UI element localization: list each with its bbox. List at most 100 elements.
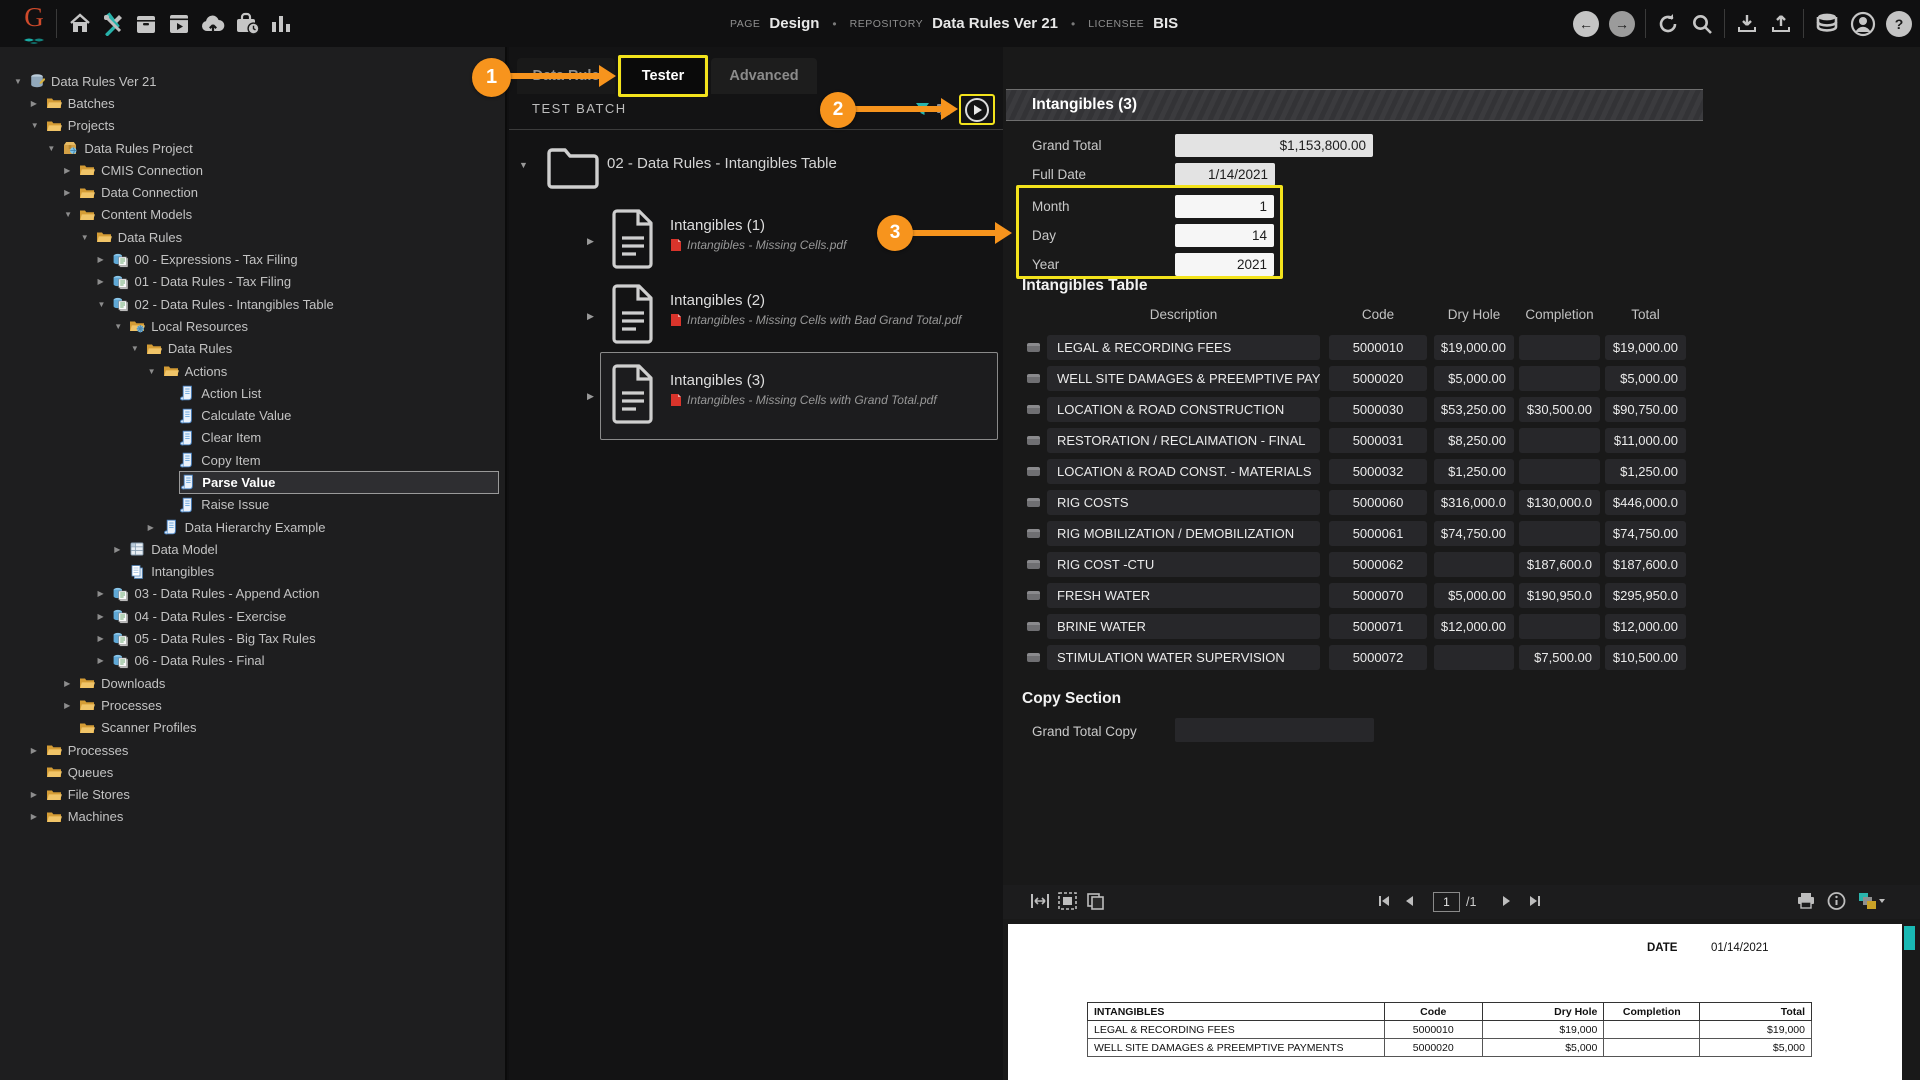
grand-total-field[interactable]: $1,153,800.00	[1175, 134, 1373, 157]
prev-page-icon[interactable]	[1403, 892, 1415, 915]
doc-list-item[interactable]: ▶ Intangibles (2) Intangibles - Missing Ce…	[509, 283, 999, 358]
tree-item[interactable]: ▶ Downloads	[0, 672, 505, 694]
page-number-input[interactable]: 1	[1433, 892, 1460, 912]
thumbnails-icon[interactable]	[1058, 892, 1077, 915]
table-row[interactable]: RESTORATION / RECLAIMATION - FINAL 500003…	[1003, 428, 1703, 453]
description-cell[interactable]: WELL SITE DAMAGES & PREEMPTIVE PAYMENTS	[1047, 366, 1320, 391]
row-drag-handle[interactable]	[1027, 653, 1040, 662]
document-icon[interactable]	[609, 363, 657, 425]
full-date-field[interactable]: 1/14/2021	[1175, 163, 1275, 186]
total-cell[interactable]: $11,000.00	[1605, 428, 1686, 453]
table-row[interactable]: RIG COST -CTU 5000062 $187,600.0 $187,600.0	[1003, 552, 1703, 577]
expand-icon[interactable]: ▶	[587, 311, 594, 322]
dry-hole-cell[interactable]: $74,750.00	[1434, 521, 1514, 546]
tree-item[interactable]: ▶ Batches	[0, 92, 505, 114]
code-cell[interactable]: 5000030	[1329, 397, 1427, 422]
tree-item[interactable]: ▼ Data Rules Ver 21	[0, 70, 505, 92]
row-drag-handle[interactable]	[1027, 343, 1040, 352]
stats-icon[interactable]	[270, 12, 292, 36]
row-drag-handle[interactable]	[1027, 436, 1040, 445]
tree-item[interactable]: ▼ Data Rules	[0, 338, 505, 360]
expand-icon[interactable]: ▶	[64, 188, 79, 197]
description-cell[interactable]: LEGAL & RECORDING FEES	[1047, 335, 1320, 360]
description-cell[interactable]: LOCATION & ROAD CONST. - MATERIALS	[1047, 459, 1320, 484]
expand-icon[interactable]: ▶	[64, 679, 79, 688]
tree-item[interactable]: ▶ Machines	[0, 806, 505, 828]
expand-icon[interactable]: ▶	[587, 236, 594, 247]
code-cell[interactable]: 5000062	[1329, 552, 1427, 577]
expand-icon[interactable]: ▶	[148, 523, 163, 532]
help-icon[interactable]: ?	[1886, 10, 1912, 37]
code-cell[interactable]: 5000031	[1329, 428, 1427, 453]
table-row[interactable]: FRESH WATER 5000070 $5,000.00 $190,950.0 $29…	[1003, 583, 1703, 608]
row-drag-handle[interactable]	[1027, 374, 1040, 383]
selected-tree-item[interactable]: Parse Value	[179, 471, 499, 494]
dry-hole-cell[interactable]: $5,000.00	[1434, 583, 1514, 608]
collapse-icon[interactable]: ▼	[64, 210, 79, 219]
layers-menu-icon[interactable]	[1858, 892, 1886, 915]
row-drag-handle[interactable]	[1027, 591, 1040, 600]
upload-icon[interactable]	[1769, 12, 1793, 36]
job-clock-icon[interactable]	[235, 12, 261, 36]
description-cell[interactable]: BRINE WATER	[1047, 614, 1320, 639]
completion-cell[interactable]: $187,600.0	[1519, 552, 1600, 577]
doc-list-item[interactable]: ▶ Intangibles (3) Intangibles - Missing Ce…	[509, 363, 999, 438]
code-cell[interactable]: 5000010	[1329, 335, 1427, 360]
completion-cell[interactable]: $7,500.00	[1519, 645, 1600, 670]
tree-item[interactable]: ▶ 00 - Expressions - Tax Filing	[0, 248, 505, 270]
first-page-icon[interactable]	[1376, 892, 1392, 915]
row-drag-handle[interactable]	[1027, 467, 1040, 476]
tree-item[interactable]: ▼ 02 - Data Rules - Intangibles Table	[0, 293, 505, 315]
total-cell[interactable]: $295,950.0	[1605, 583, 1686, 608]
tree-item[interactable]: ▼ Projects	[0, 115, 505, 137]
dry-hole-cell[interactable]	[1434, 645, 1514, 670]
tree-item[interactable]: Calculate Value	[0, 404, 505, 426]
batch-folder-label[interactable]: 02 - Data Rules - Intangibles Table	[607, 155, 837, 172]
tree-item[interactable]: ▶ 01 - Data Rules - Tax Filing	[0, 271, 505, 293]
tree-item[interactable]: ▼ Content Models	[0, 204, 505, 226]
tree-item[interactable]: ▶ 05 - Data Rules - Big Tax Rules	[0, 627, 505, 649]
expand-icon[interactable]: ▶	[31, 812, 46, 821]
collapse-icon[interactable]: ▼	[31, 121, 46, 130]
collapse-icon[interactable]: ▼	[131, 344, 146, 353]
completion-cell[interactable]: $190,950.0	[1519, 583, 1600, 608]
tree-item[interactable]: Copy Item	[0, 449, 505, 471]
description-cell[interactable]: RIG MOBILIZATION / DEMOBILIZATION	[1047, 521, 1320, 546]
total-cell[interactable]: $74,750.00	[1605, 521, 1686, 546]
search-icon[interactable]	[1690, 12, 1714, 36]
code-cell[interactable]: 5000070	[1329, 583, 1427, 608]
grooper-logo[interactable]: G	[16, 2, 52, 46]
description-cell[interactable]: LOCATION & ROAD CONSTRUCTION	[1047, 397, 1320, 422]
expand-icon[interactable]: ▶	[114, 545, 129, 554]
collapse-icon[interactable]: ▼	[148, 367, 163, 376]
cloud-upload-icon[interactable]	[200, 12, 226, 36]
document-icon[interactable]	[609, 208, 657, 270]
tree-item[interactable]: Raise Issue	[0, 494, 505, 516]
tree-item[interactable]: ▼ Data Rules Project	[0, 137, 505, 159]
doc-list-item[interactable]: ▶ Intangibles (1) Intangibles - Missing Ce…	[509, 208, 999, 283]
tree-item[interactable]: ▶ 03 - Data Rules - Append Action	[0, 583, 505, 605]
table-row[interactable]: WELL SITE DAMAGES & PREEMPTIVE PAYMENTS 5…	[1003, 366, 1703, 391]
completion-cell[interactable]	[1519, 459, 1600, 484]
doc-title[interactable]: Intangibles (1)	[670, 217, 846, 234]
table-row[interactable]: RIG MOBILIZATION / DEMOBILIZATION 5000061…	[1003, 521, 1703, 546]
expand-icon[interactable]: ▶	[98, 589, 113, 598]
expand-icon[interactable]: ▶	[31, 746, 46, 755]
viewer-scroll-marker[interactable]	[1904, 926, 1915, 950]
row-drag-handle[interactable]	[1027, 405, 1040, 414]
total-cell[interactable]: $187,600.0	[1605, 552, 1686, 577]
row-drag-handle[interactable]	[1027, 529, 1040, 538]
tree-item[interactable]: ▶ File Stores	[0, 784, 505, 806]
row-drag-handle[interactable]	[1027, 622, 1040, 631]
dry-hole-cell[interactable]: $8,250.00	[1434, 428, 1514, 453]
tree-item[interactable]: Intangibles	[0, 561, 505, 583]
completion-cell[interactable]	[1519, 614, 1600, 639]
collapse-icon[interactable]: ▼	[14, 77, 29, 86]
refresh-icon[interactable]	[1656, 12, 1680, 36]
tab-advanced[interactable]: Advanced	[711, 58, 817, 94]
total-cell[interactable]: $1,250.00	[1605, 459, 1686, 484]
document-icon[interactable]	[609, 283, 657, 345]
tree-item[interactable]: Queues	[0, 761, 505, 783]
total-cell[interactable]: $10,500.00	[1605, 645, 1686, 670]
collapse-icon[interactable]: ▼	[114, 322, 129, 331]
